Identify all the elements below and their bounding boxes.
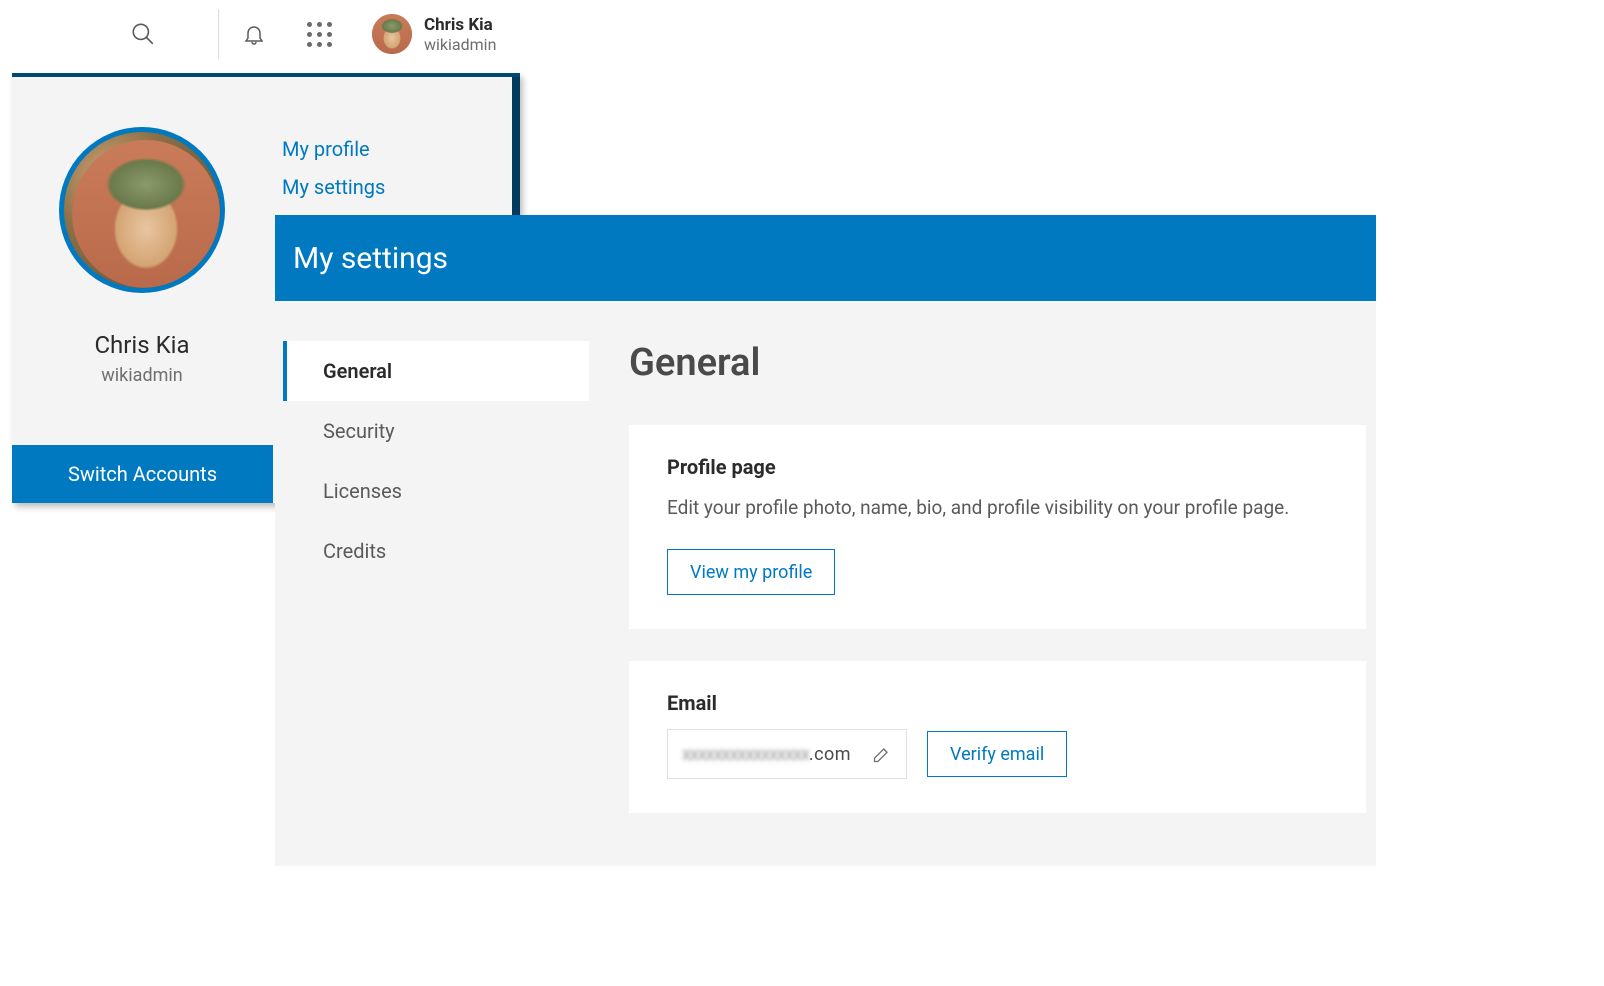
avatar-large <box>59 127 225 293</box>
avatar <box>372 14 412 54</box>
divider <box>218 9 219 59</box>
dropdown-user-name: Chris Kia <box>94 331 189 359</box>
user-menu-trigger[interactable]: Chris Kia wikiadmin <box>372 0 496 64</box>
page-title: My settings <box>275 215 1376 301</box>
profile-card: Profile page Edit your profile photo, na… <box>629 425 1366 629</box>
pencil-icon[interactable] <box>872 744 892 764</box>
email-value: xxxxxxxxxxxxxxxx.com <box>682 744 851 765</box>
user-role: wikiadmin <box>424 35 496 54</box>
email-card: Email xxxxxxxxxxxxxxxx.com Verify email <box>629 661 1366 813</box>
tab-credits[interactable]: Credits <box>283 521 589 581</box>
settings-page: My settings General Security Licenses Cr… <box>275 215 1376 866</box>
switch-accounts-button[interactable]: Switch Accounts <box>12 445 273 503</box>
user-name: Chris Kia <box>424 15 496 35</box>
top-nav: Chris Kia wikiadmin <box>0 0 520 68</box>
link-my-profile[interactable]: My profile <box>282 137 520 161</box>
tab-general[interactable]: General <box>283 341 589 401</box>
link-my-settings[interactable]: My settings <box>282 175 520 199</box>
apps-grid-icon[interactable] <box>307 22 332 47</box>
dropdown-user-role: wikiadmin <box>101 365 182 386</box>
settings-sidebar: General Security Licenses Credits <box>275 341 589 845</box>
bell-icon[interactable] <box>241 21 267 47</box>
tab-licenses[interactable]: Licenses <box>283 461 589 521</box>
profile-card-text: Edit your profile photo, name, bio, and … <box>667 493 1328 523</box>
search-icon[interactable] <box>130 21 156 47</box>
profile-card-title: Profile page <box>667 455 1328 479</box>
email-card-title: Email <box>667 691 1328 715</box>
content-title: General <box>629 341 1366 385</box>
verify-email-button[interactable]: Verify email <box>927 731 1067 777</box>
view-profile-button[interactable]: View my profile <box>667 549 835 595</box>
email-field[interactable]: xxxxxxxxxxxxxxxx.com <box>667 729 907 779</box>
tab-security[interactable]: Security <box>283 401 589 461</box>
